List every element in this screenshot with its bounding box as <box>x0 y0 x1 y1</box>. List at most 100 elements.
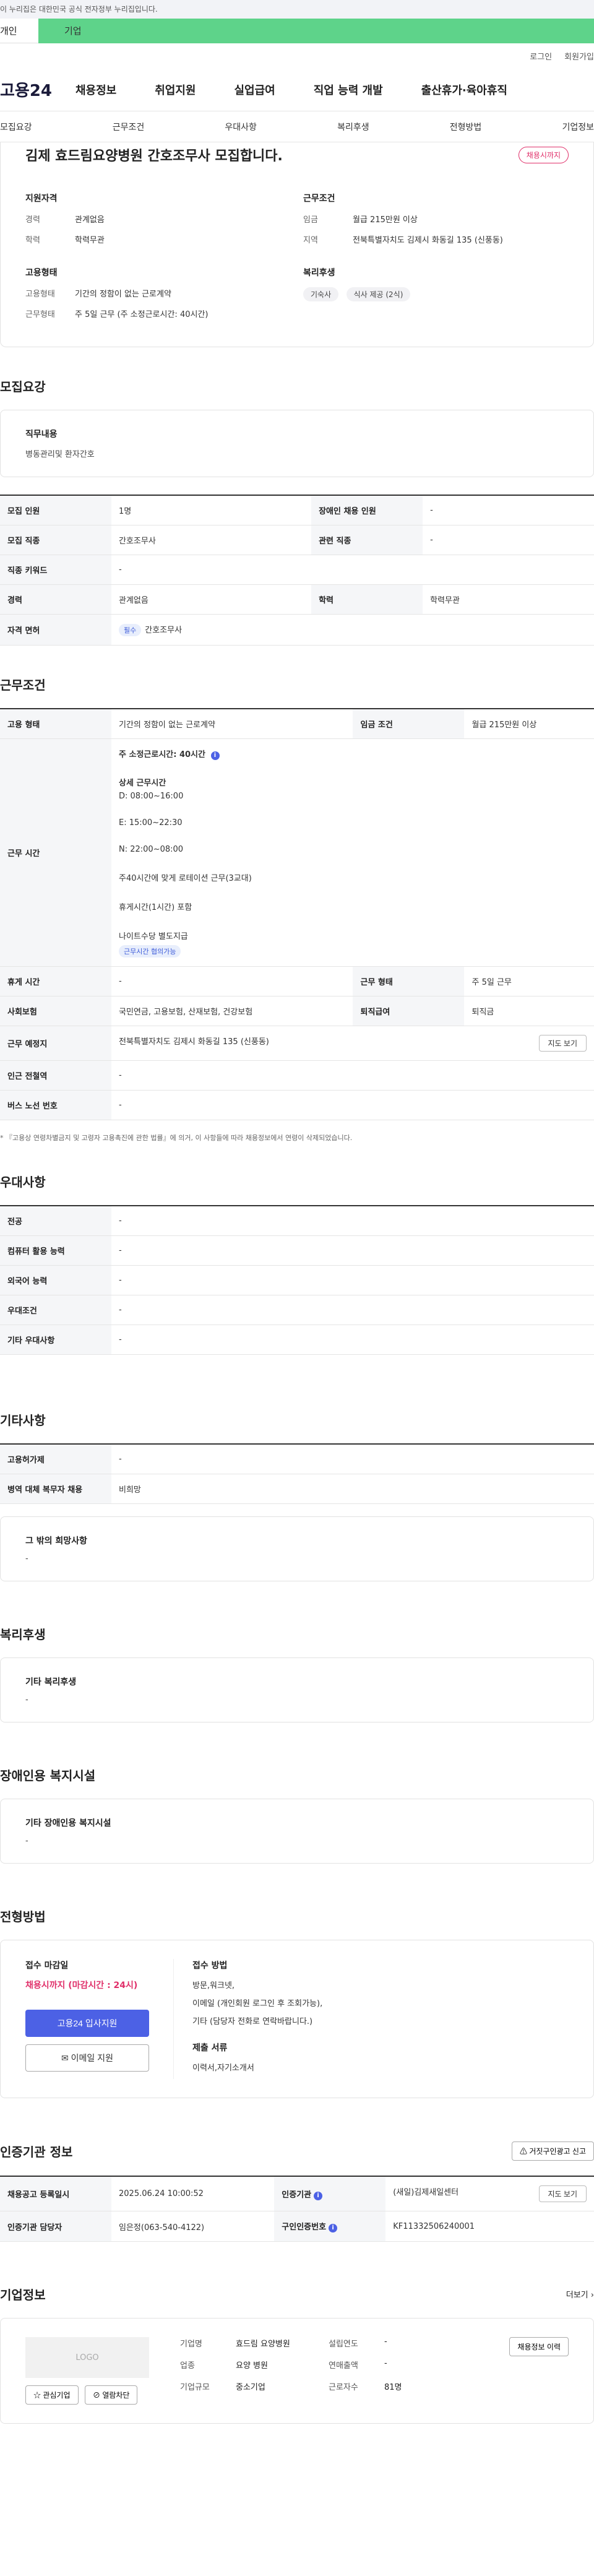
tab-apply[interactable]: 전형방법 <box>450 121 482 133</box>
cond-title: 근무조건 <box>303 194 335 204</box>
welfare-chip: 기숙사 <box>303 287 339 301</box>
tab-company[interactable]: 기업정보 <box>562 121 594 133</box>
map-button[interactable]: 지도 보기 <box>538 1035 587 1052</box>
table-row: 인근 전철역 - <box>0 1060 594 1091</box>
table-row: 전공 - <box>0 1206 594 1236</box>
job-summary-card: 김제 효드림요양병원 간호조무사 모집합니다. 채용시까지 지원자격 경력 관계없… <box>0 142 594 347</box>
duty-text: 병동관리및 환자간호 <box>25 450 95 459</box>
tab-company[interactable]: 기업 <box>38 19 594 43</box>
welfare-chip: 식사 제공 (2식) <box>346 287 411 301</box>
info-icon[interactable]: i <box>314 2191 323 2200</box>
table-row: 근무 시간 주 소정근로시간: 40시간 i 상세 근무시간 D: 08:00~… <box>0 738 594 967</box>
welfare-block: 복리후생 기숙사 식사 제공 (2식) <box>303 266 569 328</box>
anchor-tabs: 모집요강 근무조건 우대사항 복리후생 전형방법 기업정보 <box>0 111 594 142</box>
apply-button[interactable]: 고용24 입사지원 <box>25 2010 149 2037</box>
gnb-item-unemployment[interactable]: 실업급여 <box>235 82 275 98</box>
table-row: 모집 인원 1명 장애인 채용 인원 - <box>0 495 594 525</box>
pref-table: 전공 - 컴퓨터 활용 능력 - 외국어 능력 - 우대조건 - 기타 우대사항 - <box>0 1205 594 1355</box>
job-title: 김제 효드림요양병원 간호조무사 모집합니다. <box>25 149 283 164</box>
recruit-table: 모집 인원 1명 장애인 채용 인원 - 모집 직종 간호조무사 관련 직종 - 직종 … <box>0 495 594 646</box>
table-row: 병역 대체 복무자 채용 비희망 <box>0 1474 594 1504</box>
gnb-item-support[interactable]: 취업지원 <box>155 82 196 98</box>
table-row: 외국어 능력 - <box>0 1265 594 1295</box>
gnb-item-jobs[interactable]: 채용정보 <box>75 82 116 98</box>
table-row: 모집 직종 간호조무사 관련 직종 - <box>0 525 594 555</box>
agency-table: 채용공고 등록일시 2025.06.24 10:00:52 인증기관 i (새일)김… <box>0 2176 594 2242</box>
section-etc-heading: 기타사항 <box>0 1413 46 1428</box>
section-facility-heading: 장애인용 복지시설 <box>0 1768 96 1783</box>
star-icon: ☆ <box>33 2391 43 2400</box>
tab-pref[interactable]: 우대사항 <box>225 121 257 133</box>
gnb-item-leave[interactable]: 출산휴가·육아휴직 <box>421 82 507 98</box>
emp-block: 고용형태 고용형태 기간의 정함이 없는 근로계약 근무형태 주 5일 근무 (주 … <box>25 266 291 328</box>
table-row: 고용 형태 기간의 정함이 없는 근로계약 임금 조건 월급 215만원 이상 <box>0 709 594 739</box>
signup-link[interactable]: 회원가입 <box>564 50 594 62</box>
info-icon[interactable]: i <box>210 751 220 760</box>
company-logo: LOGO <box>25 2337 149 2378</box>
favorite-company-button[interactable]: ☆ 관심기업 <box>25 2385 79 2405</box>
company-card: LOGO ☆ 관심기업 ⊘ 열람차단 기업명 효드림 요양병원 설립연도 - 업종 요… <box>0 2318 594 2424</box>
duty-label: 직무내용 <box>25 430 58 439</box>
facility-box: 기타 장애인용 복지시설 - <box>0 1799 594 1864</box>
gov-banner-text: 이 누리집은 대한민국 공식 전자정부 누리집입니다. <box>0 5 158 14</box>
main-nav: 고용24 채용정보 취업지원 실업급여 직업 능력 개발 출산휴가·육아휴직 <box>0 68 594 111</box>
gnb: 채용정보 취업지원 실업급여 직업 능력 개발 출산휴가·육아휴직 <box>75 82 507 98</box>
section-recruit-heading: 모집요강 <box>0 379 46 394</box>
more-link[interactable]: 더보기 › <box>566 2288 594 2300</box>
block-company-button[interactable]: ⊘ 열람차단 <box>84 2385 138 2405</box>
email-apply-button[interactable]: ✉ 이메일 지원 <box>25 2044 149 2072</box>
qual-title: 지원자격 <box>25 194 58 204</box>
apply-card: 접수 마감일 채용시까지 (마감시간 : 24시) 고용24 입사지원 ✉ 이메… <box>0 1940 594 2098</box>
section-apply-heading: 전형방법 <box>0 1909 46 1924</box>
table-row: 채용공고 등록일시 2025.06.24 10:00:52 인증기관 i (새일)김… <box>0 2176 594 2211</box>
site-logo[interactable]: 고용24 <box>0 78 75 101</box>
table-row: 컴퓨터 활용 능력 - <box>0 1235 594 1266</box>
tab-recruit[interactable]: 모집요강 <box>0 121 32 133</box>
duty-box: 직무내용 병동관리및 환자간호 <box>0 410 594 477</box>
table-row: 경력 관계없음 학력 학력무관 <box>0 584 594 615</box>
tab-work[interactable]: 근무조건 <box>113 121 145 133</box>
qual-block: 지원자격 경력 관계없음 학력 학력무관 <box>25 192 291 254</box>
emp-title: 고용형태 <box>25 268 58 278</box>
table-row: 직종 키워드 - <box>0 555 594 585</box>
work-table: 고용 형태 기간의 정함이 없는 근로계약 임금 조건 월급 215만원 이상 근무… <box>0 708 594 1120</box>
table-row: 자격 면허 필수 간호조무사 <box>0 614 594 646</box>
table-row: 근무 예정지 전북특별자치도 김제시 화동길 135 (신풍동) 지도 보기 <box>0 1026 594 1061</box>
tab-benefits[interactable]: 복리후생 <box>337 121 369 133</box>
cond-block: 근무조건 임금 월급 215만원 이상 지역 전북특별자치도 김제시 화동길 135… <box>303 192 569 254</box>
section-company-heading: 기업정보 <box>0 2288 46 2302</box>
info-icon[interactable]: i <box>329 2224 338 2232</box>
section-pref-heading: 우대사항 <box>0 1175 46 1190</box>
alert-icon: ⚠ <box>520 2147 530 2156</box>
table-row: 인증기관 담당자 임은정(063-540-4122) 구인인증번호 i KF1133… <box>0 2211 594 2242</box>
history-button[interactable]: 채용정보 이력 <box>509 2337 569 2356</box>
etc-table: 고용허가제 - 병역 대체 복무자 채용 비희망 <box>0 1443 594 1504</box>
login-link[interactable]: 로그인 <box>530 50 552 62</box>
section-benefits-heading: 복리후생 <box>0 1627 46 1642</box>
section-agency-heading: 인증기관 정보 <box>0 2145 73 2159</box>
mail-icon: ✉ <box>61 2053 71 2063</box>
table-row: 우대조건 - <box>0 1295 594 1325</box>
member-type-tabs: 개인 기업 <box>0 19 594 43</box>
report-button[interactable]: ⚠ 거짓구인광고 신고 <box>512 2142 594 2161</box>
block-icon: ⊘ <box>92 2391 103 2400</box>
company-info: 기업명 효드림 요양병원 설립연도 - 업종 요양 병원 연매출액 - 기업규모 중소기업… <box>180 2337 402 2392</box>
table-row: 버스 노선 번호 - <box>0 1090 594 1120</box>
chevron-right-icon: › <box>590 2291 594 2300</box>
flex-badge: 근무시간 협의가능 <box>119 945 181 957</box>
deadline-value: 채용시까지 (마감시간 : 24시) <box>25 1981 138 1990</box>
benefits-box: 기타 복리후생 - <box>0 1658 594 1722</box>
welfare-title: 복리후생 <box>303 268 335 278</box>
deadline-badge: 채용시까지 <box>518 146 569 163</box>
agency-head: 인증기관 정보 ⚠ 거짓구인광고 신고 <box>0 2142 594 2161</box>
company-head: 기업정보 더보기 › <box>0 2285 594 2303</box>
agency-map-button[interactable]: 지도 보기 <box>538 2185 587 2202</box>
gnb-item-training[interactable]: 직업 능력 개발 <box>314 82 383 98</box>
gov-banner: 이 누리집은 대한민국 공식 전자정부 누리집입니다. <box>0 0 594 19</box>
wish-box: 그 밖의 희망사항 - <box>0 1516 594 1581</box>
top-links: 로그인 회원가입 <box>0 43 594 68</box>
section-work-heading: 근무조건 <box>0 678 46 693</box>
table-row: 기타 우대사항 - <box>0 1325 594 1355</box>
table-row: 고용허가제 - <box>0 1444 594 1474</box>
tab-person[interactable]: 개인 <box>0 19 38 43</box>
